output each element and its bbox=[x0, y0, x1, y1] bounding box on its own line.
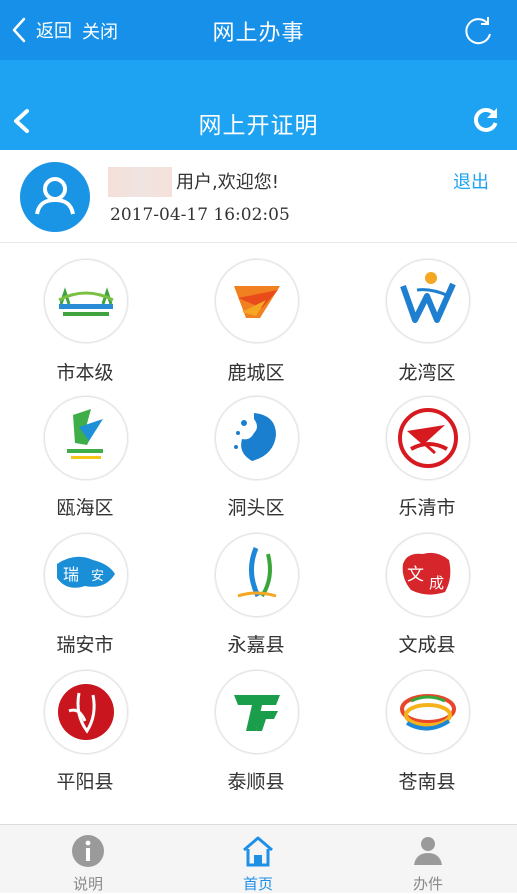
region-label: 洞头区 bbox=[227, 497, 285, 519]
app-top-bar: 返回 关闭 网上办事 bbox=[0, 0, 517, 60]
region-label: 苍南县 bbox=[398, 771, 456, 793]
svg-text:成: 成 bbox=[429, 574, 444, 592]
region-label: 鹿城区 bbox=[227, 362, 285, 384]
tab-instructions[interactable]: 说明 bbox=[38, 825, 138, 893]
region-label: 瓯海区 bbox=[56, 497, 114, 519]
longwan-logo-icon bbox=[386, 259, 470, 343]
tab-label: 办件 bbox=[412, 875, 443, 893]
city-level-logo-icon bbox=[44, 259, 128, 343]
home-icon bbox=[243, 836, 273, 867]
tab-cases[interactable]: 办件 bbox=[378, 825, 478, 893]
page-title: 网上开证明 bbox=[198, 113, 319, 139]
svg-text:安: 安 bbox=[91, 569, 104, 584]
pingyang-logo-icon bbox=[44, 670, 128, 754]
tab-label: 首页 bbox=[242, 875, 273, 893]
logout-button[interactable]: 退出 bbox=[453, 168, 489, 194]
refresh-icon[interactable] bbox=[471, 105, 501, 135]
yueqing-logo-icon bbox=[386, 396, 470, 480]
region-label: 文成县 bbox=[398, 634, 456, 656]
page-header: 网上开证明 bbox=[0, 92, 517, 150]
ouhai-logo-icon bbox=[44, 396, 128, 480]
yongjia-logo-icon bbox=[215, 533, 299, 617]
svg-text:瑞: 瑞 bbox=[63, 565, 79, 584]
svg-text:文: 文 bbox=[407, 565, 424, 585]
avatar bbox=[20, 162, 90, 232]
lucheng-logo-icon bbox=[215, 259, 299, 343]
username-redacted bbox=[108, 167, 172, 197]
dongtou-logo-icon bbox=[215, 396, 299, 480]
wencheng-logo-icon: 文 成 bbox=[386, 533, 470, 617]
region-label: 平阳县 bbox=[56, 771, 114, 793]
cangnan-logo-icon bbox=[386, 670, 470, 754]
region-label: 泰顺县 bbox=[227, 771, 285, 793]
welcome-text: 用户,欢迎您! bbox=[176, 172, 279, 193]
login-datetime: 2017-04-17 16:02:05 bbox=[110, 205, 290, 225]
region-label: 永嘉县 bbox=[227, 634, 285, 656]
info-icon bbox=[72, 835, 104, 867]
taishun-logo-icon bbox=[215, 670, 299, 754]
region-label: 市本级 bbox=[56, 362, 114, 384]
user-icon bbox=[35, 177, 75, 215]
region-label: 瑞安市 bbox=[56, 634, 114, 656]
reload-icon[interactable] bbox=[461, 14, 495, 48]
app-title: 网上办事 bbox=[212, 21, 305, 46]
region-label: 龙湾区 bbox=[398, 362, 456, 384]
tab-label: 说明 bbox=[72, 875, 103, 893]
ruian-logo-icon: 瑞 安 bbox=[44, 533, 128, 617]
region-label: 乐清市 bbox=[398, 497, 456, 519]
bottom-tab-bar: 说明 首页 办件 bbox=[0, 824, 517, 893]
header-band bbox=[0, 60, 517, 92]
tab-home[interactable]: 首页 bbox=[208, 825, 308, 893]
person-icon bbox=[414, 837, 442, 865]
